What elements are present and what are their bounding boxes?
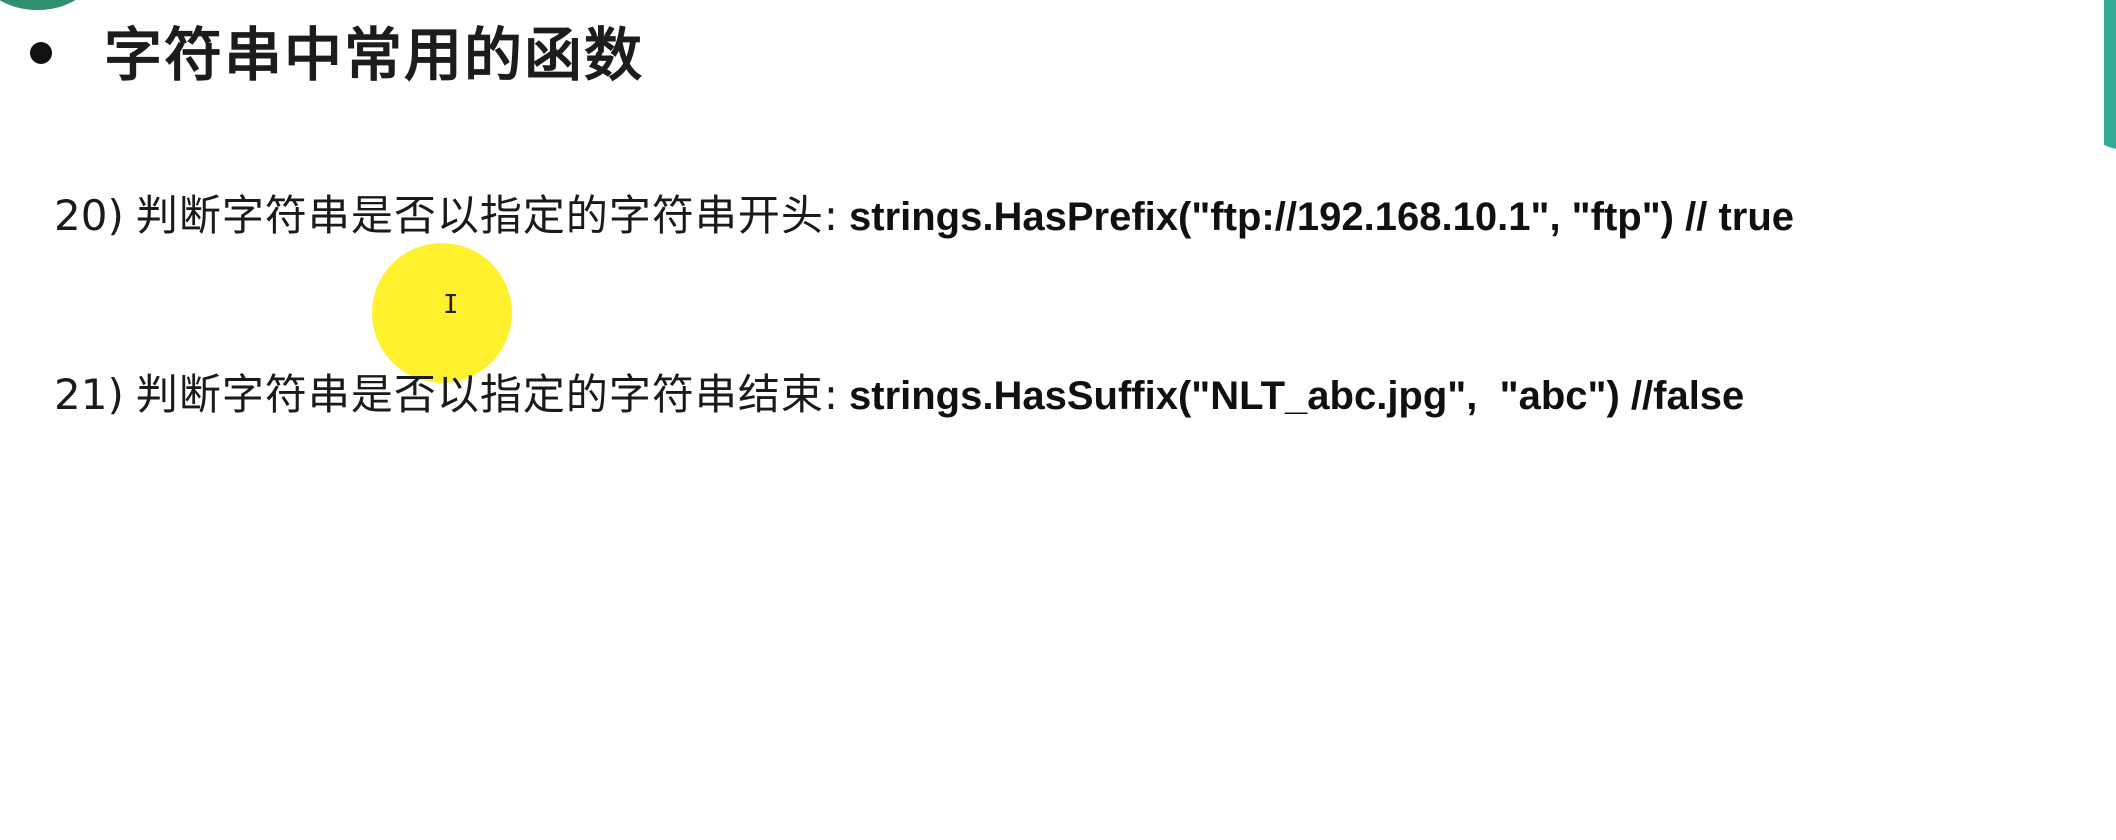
bullet-dot-icon xyxy=(30,42,52,64)
frame-corner-inner xyxy=(1974,0,2104,160)
slide-title-row: 字符串中常用的函数 xyxy=(30,10,644,90)
slide-title: 字符串中常用的函数 xyxy=(104,21,645,89)
list-item: 20) 判断字符串是否以指定的字符串开头: strings.HasPrefix(… xyxy=(54,182,2116,243)
item-description: 判断字符串是否以指定的字符串结束: xyxy=(135,370,839,419)
item-number: 20) xyxy=(54,191,124,240)
list-item: 21) 判断字符串是否以指定的字符串结束: strings.HasSuffix(… xyxy=(54,361,2116,422)
slide: 字符串中常用的函数 I 20) 判断字符串是否以指定的字符串开头: string… xyxy=(0,0,2116,840)
item-code: strings.HasPrefix("ftp://192.168.10.1", … xyxy=(849,195,1795,239)
item-description: 判断字符串是否以指定的字符串开头: xyxy=(135,191,839,240)
frame-corner-decoration-left xyxy=(0,0,95,10)
text-cursor-icon: I xyxy=(443,290,459,320)
item-code: strings.HasSuffix("NLT_abc.jpg", "abc") … xyxy=(849,374,1745,418)
item-number: 21) xyxy=(54,370,124,419)
